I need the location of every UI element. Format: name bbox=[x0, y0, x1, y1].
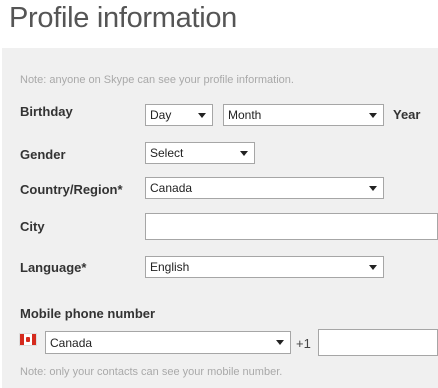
country-label: Country/Region* bbox=[20, 182, 123, 197]
birthday-month-value: Month bbox=[228, 108, 262, 122]
page-title: Profile information bbox=[9, 2, 238, 34]
chevron-down-icon bbox=[369, 112, 377, 118]
language-value: English bbox=[150, 260, 190, 274]
country-code: +1 bbox=[296, 336, 311, 351]
gender-label: Gender bbox=[20, 147, 66, 162]
gender-value: Select bbox=[150, 146, 184, 160]
birthday-label: Birthday bbox=[20, 104, 73, 119]
chevron-down-icon bbox=[198, 112, 206, 118]
country-select[interactable]: Canada bbox=[145, 177, 384, 199]
chevron-down-icon bbox=[240, 150, 248, 156]
language-label: Language* bbox=[20, 260, 87, 275]
city-label: City bbox=[20, 219, 45, 234]
chevron-down-icon bbox=[369, 264, 377, 270]
mobile-country-value: Canada bbox=[50, 335, 93, 350]
country-value: Canada bbox=[150, 181, 193, 195]
language-select[interactable]: English bbox=[145, 256, 384, 278]
mobile-country-select[interactable]: Canada bbox=[45, 331, 291, 354]
chevron-down-icon bbox=[276, 340, 284, 345]
mobile-number-input[interactable] bbox=[318, 329, 438, 356]
mobile-visibility-note: Note: only your contacts can see your mo… bbox=[20, 366, 283, 378]
birthday-day-value: Day bbox=[150, 108, 172, 122]
chevron-down-icon bbox=[369, 185, 377, 191]
visibility-note: Note: anyone on Skype can see your profi… bbox=[20, 74, 294, 86]
gender-select[interactable]: Select bbox=[145, 142, 255, 164]
birthday-day-select[interactable]: Day bbox=[145, 104, 213, 126]
birthday-month-select[interactable]: Month bbox=[223, 104, 384, 126]
city-input[interactable] bbox=[145, 213, 438, 240]
birthday-year-label: Year bbox=[393, 107, 421, 122]
mobile-label: Mobile phone number bbox=[20, 306, 156, 321]
canada-flag-icon bbox=[20, 334, 36, 345]
